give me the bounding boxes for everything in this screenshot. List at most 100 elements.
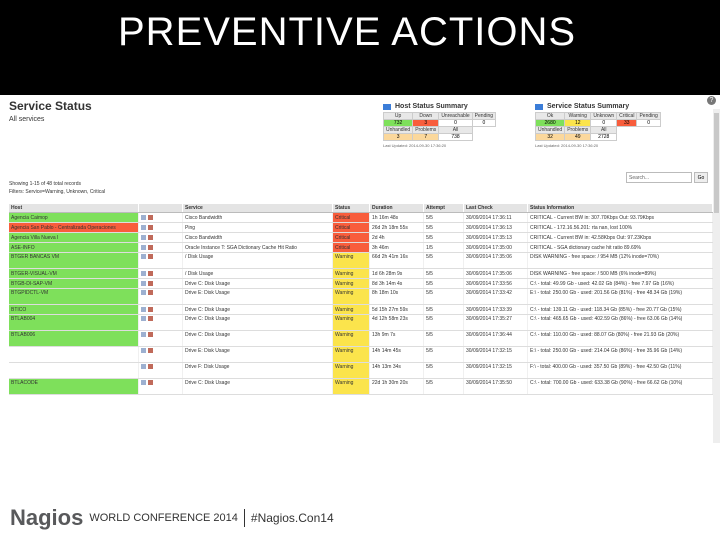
service-cell[interactable]: Drive E: Disk Usage <box>183 347 333 362</box>
graph-icon[interactable] <box>148 235 153 241</box>
host-cell[interactable]: Agencia Caimop <box>9 213 139 222</box>
service-summary-cell[interactable]: Ok <box>534 112 566 120</box>
host-cell[interactable] <box>9 363 139 378</box>
notes-icon[interactable] <box>141 281 146 287</box>
service-summary-cell[interactable]: 2680 <box>534 119 566 127</box>
host-cell[interactable]: Agencia San Pablo - Centralizada Operaci… <box>9 223 139 232</box>
host-cell[interactable]: BTLAB006 <box>9 331 139 346</box>
host-summary-cell[interactable]: Unhandled <box>382 126 414 134</box>
host-summary-cell[interactable]: Unreachable <box>438 112 473 120</box>
graph-icon[interactable] <box>148 316 153 322</box>
col-service[interactable]: Service <box>183 204 333 212</box>
notes-icon[interactable] <box>141 271 146 277</box>
host-cell[interactable]: BTLACODE <box>9 379 139 394</box>
scrollbar-thumb[interactable] <box>714 113 719 213</box>
host-summary-cell[interactable]: Pending <box>471 112 497 120</box>
host-summary-cell[interactable]: 7 <box>412 133 440 141</box>
service-summary-cell[interactable]: Problems <box>564 126 592 134</box>
host-cell[interactable]: BTGER BANCAS VM <box>9 253 139 268</box>
service-cell[interactable]: Cisco Bandwidth <box>183 233 333 242</box>
host-summary-cell[interactable]: Problems <box>412 126 440 134</box>
service-summary-cell[interactable]: 33 <box>616 119 638 127</box>
col-attempt[interactable]: Attempt <box>424 204 464 212</box>
host-summary-cell[interactable]: 738 <box>438 133 473 141</box>
col-duration[interactable]: Duration <box>370 204 424 212</box>
notes-icon[interactable] <box>141 225 146 231</box>
service-summary-cell[interactable]: Unhandled <box>534 126 566 134</box>
notes-icon[interactable] <box>141 348 146 354</box>
service-cell[interactable]: Drive C: Disk Usage <box>183 331 333 346</box>
graph-icon[interactable] <box>148 332 153 338</box>
graph-icon[interactable] <box>148 290 153 296</box>
host-summary-cell[interactable]: 0 <box>471 119 497 127</box>
host-summary-cell[interactable]: Up <box>382 112 414 120</box>
host-summary-cell[interactable]: 732 <box>382 119 414 127</box>
service-cell[interactable]: Ping <box>183 223 333 232</box>
notes-icon[interactable] <box>141 215 146 221</box>
host-cell[interactable]: BTICO <box>9 305 139 314</box>
service-cell[interactable]: Oracle Instance T: SGA Dictionary Cache … <box>183 243 333 252</box>
notes-icon[interactable] <box>141 290 146 296</box>
search-button[interactable]: Go <box>694 172 708 183</box>
status-info-cell: DISK WARNING - free space: / 954 MB (12%… <box>528 253 713 268</box>
graph-icon[interactable] <box>148 245 153 251</box>
col-status-info[interactable]: Status Information <box>528 204 713 212</box>
notes-icon[interactable] <box>141 332 146 338</box>
service-cell[interactable]: Drive C: Disk Usage <box>183 315 333 330</box>
col-status[interactable]: Status <box>333 204 370 212</box>
graph-icon[interactable] <box>148 271 153 277</box>
service-summary-cell[interactable]: Critical <box>616 112 638 120</box>
notes-icon[interactable] <box>141 380 146 386</box>
host-cell[interactable]: BTLAB004 <box>9 315 139 330</box>
help-icon[interactable]: ? <box>707 96 716 105</box>
graph-icon[interactable] <box>148 364 153 370</box>
host-cell[interactable]: ASE-INFO <box>9 243 139 252</box>
graph-icon[interactable] <box>148 254 153 260</box>
host-summary-cell[interactable]: 3 <box>382 133 414 141</box>
service-cell[interactable]: / Disk Usage <box>183 253 333 268</box>
service-cell[interactable]: Drive C: Disk Usage <box>183 305 333 314</box>
graph-icon[interactable] <box>148 225 153 231</box>
graph-icon[interactable] <box>148 307 153 313</box>
service-summary-cell[interactable]: All <box>590 126 618 134</box>
graph-icon[interactable] <box>148 348 153 354</box>
service-cell[interactable]: Cisco Bandwidth <box>183 213 333 222</box>
host-summary-cell[interactable]: 3 <box>412 119 440 127</box>
host-summary-cell[interactable]: 0 <box>438 119 473 127</box>
service-summary-cell[interactable]: 12 <box>564 119 592 127</box>
service-cell[interactable]: Drive C: Disk Usage <box>183 279 333 288</box>
notes-icon[interactable] <box>141 307 146 313</box>
service-cell[interactable]: / Disk Usage <box>183 269 333 278</box>
host-summary-cell[interactable]: All <box>438 126 473 134</box>
host-cell[interactable]: BTGB-DI-SAP-VM <box>9 279 139 288</box>
notes-icon[interactable] <box>141 316 146 322</box>
service-summary-cell[interactable]: 2728 <box>590 133 618 141</box>
notes-icon[interactable] <box>141 245 146 251</box>
host-cell[interactable]: Agencia Villa Nueva I <box>9 233 139 242</box>
notes-icon[interactable] <box>141 235 146 241</box>
service-summary-cell[interactable]: 49 <box>564 133 592 141</box>
notes-icon[interactable] <box>141 364 146 370</box>
host-cell[interactable]: BTGER-VISUAL-VM <box>9 269 139 278</box>
service-summary-cell[interactable]: Unknown <box>590 112 618 120</box>
col-host[interactable]: Host <box>9 204 139 212</box>
host-cell[interactable] <box>9 347 139 362</box>
service-cell[interactable]: Drive C: Disk Usage <box>183 379 333 394</box>
table-row: Agencia Caimop Cisco Bandwidth Critical 1h … <box>9 213 713 223</box>
col-last-check[interactable]: Last Check <box>464 204 528 212</box>
search-input[interactable]: Search... <box>626 172 692 183</box>
graph-icon[interactable] <box>148 215 153 221</box>
service-summary-cell[interactable]: Warning <box>564 112 592 120</box>
service-cell[interactable]: Drive E: Disk Usage <box>183 289 333 304</box>
host-cell[interactable]: BTGPIDCTL-VM <box>9 289 139 304</box>
notes-icon[interactable] <box>141 254 146 260</box>
scrollbar[interactable] <box>713 109 720 443</box>
service-summary-cell[interactable]: 0 <box>590 119 618 127</box>
service-summary-cell[interactable]: 32 <box>534 133 566 141</box>
service-cell[interactable]: Drive F: Disk Usage <box>183 363 333 378</box>
service-summary-cell[interactable]: Pending <box>636 112 661 120</box>
graph-icon[interactable] <box>148 281 153 287</box>
graph-icon[interactable] <box>148 380 153 386</box>
service-summary-cell[interactable]: 0 <box>636 119 661 127</box>
host-summary-cell[interactable]: Down <box>412 112 440 120</box>
